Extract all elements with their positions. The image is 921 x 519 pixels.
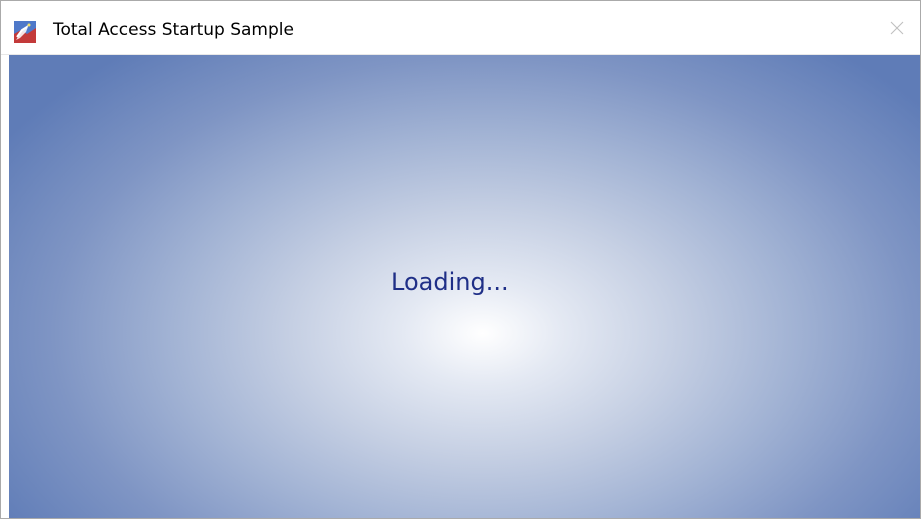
startup-window: Total Access Startup Sample Loading...	[0, 0, 921, 519]
window-left-border	[1, 55, 9, 518]
loading-status-text: Loading...	[391, 268, 509, 296]
close-button[interactable]	[874, 1, 920, 55]
window-title: Total Access Startup Sample	[53, 20, 294, 40]
title-bar[interactable]: Total Access Startup Sample	[1, 1, 920, 55]
close-icon	[890, 21, 904, 35]
total-access-startup-icon	[14, 21, 36, 43]
